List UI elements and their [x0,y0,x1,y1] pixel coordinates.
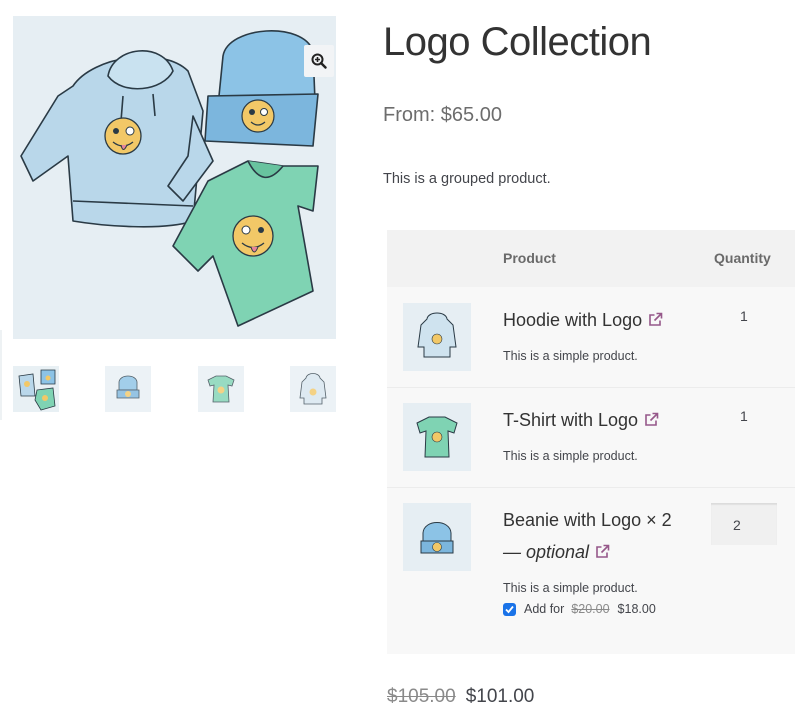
gallery-thumbnail-tshirt[interactable] [198,366,244,412]
main-product-image[interactable] [13,16,336,339]
product-title: Logo Collection [383,20,652,64]
hoodie-product-icon [417,312,457,358]
product-description-tshirt: This is a simple product. [503,449,638,463]
tshirt-thumbnail[interactable] [403,403,471,471]
short-description: This is a grouped product. [383,171,551,187]
add-for-label: Add for [524,602,565,616]
column-header-product: Product [503,250,556,266]
hoodie-thumbnail[interactable] [403,303,471,371]
emoji-icon [104,117,142,155]
beanie-thumbnail[interactable] [403,503,471,571]
quantity-input-beanie[interactable] [711,503,777,545]
add-for-option: Add for $20.00 $18.00 [503,602,656,616]
total-new-price: $101.00 [465,686,535,707]
tshirt-thumbnail-icon [207,375,235,403]
gallery-thumbnail-hoodie[interactable] [290,366,336,412]
add-for-old-price: $20.00 [571,602,610,616]
zoom-button[interactable] [304,45,334,77]
product-name-beanie[interactable]: Beanie with Logo × 2 [503,510,672,530]
product-description-beanie: This is a simple product. [503,581,638,595]
row-divider [387,487,795,488]
add-for-checkbox[interactable] [503,602,516,616]
checkmark-icon [505,605,514,613]
row-divider [387,387,795,388]
column-header-quantity: Quantity [714,250,771,266]
zoom-in-icon [311,53,327,69]
product-row-tshirt: T-Shirt with Logo [503,404,659,437]
beanie-product-icon [420,522,454,554]
external-link-icon[interactable] [595,537,610,569]
external-link-icon[interactable] [648,305,663,337]
total-price: $105.00 $101.00 [387,686,534,708]
gallery-thumbnail-beanie[interactable] [105,366,151,412]
product-description-hoodie: This is a simple product. [503,349,638,363]
table-header: Product Quantity [387,230,795,287]
gallery-edge [0,330,2,420]
product-illustration [20,30,319,327]
beanie-emoji-icon [241,99,275,133]
product-row-hoodie: Hoodie with Logo [503,304,663,337]
add-for-new-price: $18.00 [617,602,656,616]
product-row-beanie: Beanie with Logo × 2 — optional [503,504,672,569]
gallery-thumbnail-collection[interactable] [13,366,59,412]
grouped-products-table: Product Quantity Hoodie with Logo This i… [387,230,795,654]
product-name-hoodie[interactable]: Hoodie with Logo [503,310,642,330]
optional-label: — optional [503,542,590,562]
collection-thumbnail-icon [18,369,56,411]
hoodie-thumbnail-icon [299,373,327,405]
product-name-tshirt[interactable]: T-Shirt with Logo [503,410,638,430]
tshirt-emoji-icon [232,215,274,257]
total-old-price: $105.00 [387,686,456,707]
quantity-tshirt: 1 [740,408,748,424]
beanie-thumbnail-icon [116,375,140,399]
external-link-icon[interactable] [644,405,659,437]
price-range: From: $65.00 [383,104,502,126]
quantity-hoodie: 1 [740,308,748,324]
tshirt-product-icon [416,416,458,458]
